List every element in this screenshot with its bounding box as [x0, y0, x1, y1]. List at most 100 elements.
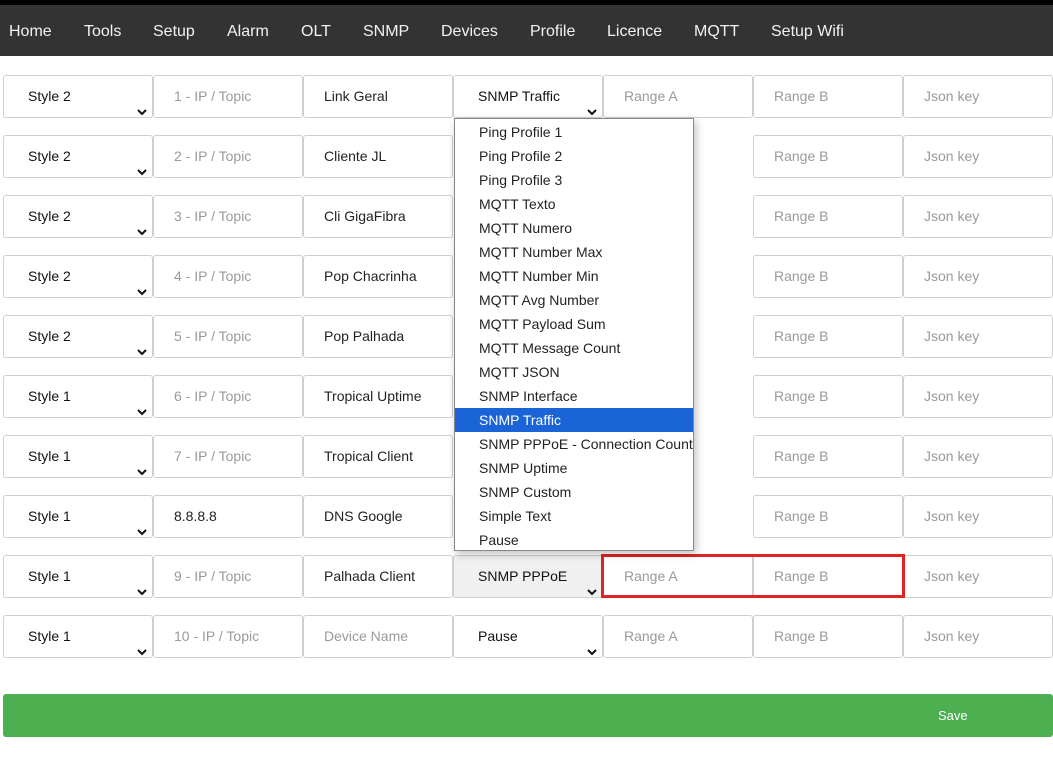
style-select[interactable]: Style 2: [3, 195, 153, 238]
style-select[interactable]: Style 1: [3, 555, 153, 598]
dropdown-option[interactable]: Ping Profile 3: [455, 168, 693, 192]
ip-topic-input[interactable]: 8.8.8.8: [153, 495, 303, 538]
ip-topic-input[interactable]: 7 - IP / Topic: [153, 435, 303, 478]
nav-item-snmp[interactable]: SNMP: [363, 22, 409, 42]
style-select[interactable]: Style 1: [3, 435, 153, 478]
nav-item-home[interactable]: Home: [9, 22, 52, 42]
type-select[interactable]: SNMP Traffic: [453, 75, 603, 118]
ip-topic-input-text: 2 - IP / Topic: [174, 148, 252, 164]
dropdown-option[interactable]: Ping Profile 2: [455, 144, 693, 168]
range-b-input[interactable]: Range B: [753, 195, 903, 238]
style-select[interactable]: Style 1: [3, 375, 153, 418]
dropdown-option[interactable]: MQTT Payload Sum: [455, 312, 693, 336]
json-key-input[interactable]: Json key: [903, 435, 1053, 478]
ip-topic-input[interactable]: 5 - IP / Topic: [153, 315, 303, 358]
json-key-input[interactable]: Json key: [903, 195, 1053, 238]
ip-topic-input[interactable]: 6 - IP / Topic: [153, 375, 303, 418]
ip-topic-input-text: 5 - IP / Topic: [174, 328, 252, 344]
dropdown-option[interactable]: MQTT Number Max: [455, 240, 693, 264]
dropdown-option[interactable]: MQTT Number Min: [455, 264, 693, 288]
style-select-text: Style 2: [28, 148, 71, 164]
range-b-input[interactable]: Range B: [753, 315, 903, 358]
device-name-input[interactable]: Pop Palhada: [303, 315, 453, 358]
json-key-input[interactable]: Json key: [903, 615, 1053, 658]
nav-item-olt[interactable]: OLT: [301, 22, 331, 42]
json-key-input[interactable]: Json key: [903, 75, 1053, 118]
range-b-input-text: Range B: [774, 568, 829, 584]
device-name-input[interactable]: Pop Chacrinha: [303, 255, 453, 298]
range-a-input[interactable]: Range A: [603, 555, 753, 598]
dropdown-option[interactable]: MQTT Texto: [455, 192, 693, 216]
dropdown-option[interactable]: SNMP PPPoE - Connection Count: [455, 432, 693, 456]
type-dropdown-list[interactable]: Ping Profile 1 Ping Profile 2 Ping Profile…: [454, 118, 694, 551]
json-key-input-text: Json key: [924, 628, 980, 644]
save-button[interactable]: Save: [3, 694, 1053, 737]
dropdown-option[interactable]: SNMP Interface: [455, 384, 693, 408]
range-a-input[interactable]: Range A: [603, 615, 753, 658]
chevron-down-icon: [136, 392, 148, 416]
dropdown-option[interactable]: MQTT Numero: [455, 216, 693, 240]
device-name-input[interactable]: Tropical Uptime: [303, 375, 453, 418]
nav-item-setup[interactable]: Setup: [153, 22, 195, 42]
range-b-input[interactable]: Range B: [753, 435, 903, 478]
nav-item-setup-wifi[interactable]: Setup Wifi: [771, 22, 844, 42]
range-b-input[interactable]: Range B: [753, 255, 903, 298]
dropdown-option[interactable]: MQTT JSON: [455, 360, 693, 384]
ip-topic-input-text: 1 - IP / Topic: [174, 88, 252, 104]
nav-item-devices[interactable]: Devices: [441, 22, 498, 42]
json-key-input[interactable]: Json key: [903, 555, 1053, 598]
top-navbar: Home Tools Setup Alarm OLT SNMP Devices Profile…: [0, 0, 1053, 56]
chevron-down-icon: [136, 332, 148, 356]
json-key-input[interactable]: Json key: [903, 255, 1053, 298]
style-select[interactable]: Style 2: [3, 135, 153, 178]
ip-topic-input[interactable]: 2 - IP / Topic: [153, 135, 303, 178]
type-select[interactable]: SNMP PPPoE: [453, 555, 603, 598]
ip-topic-input[interactable]: 9 - IP / Topic: [153, 555, 303, 598]
dropdown-option[interactable]: MQTT Avg Number: [455, 288, 693, 312]
type-select[interactable]: Pause: [453, 615, 603, 658]
json-key-input[interactable]: Json key: [903, 375, 1053, 418]
range-a-input[interactable]: Range A: [603, 75, 753, 118]
range-b-input[interactable]: Range B: [753, 375, 903, 418]
range-b-input[interactable]: Range B: [753, 555, 903, 598]
style-select[interactable]: Style 2: [3, 315, 153, 358]
dropdown-option[interactable]: SNMP Traffic: [455, 408, 693, 432]
nav-item-tools[interactable]: Tools: [84, 22, 121, 42]
ip-topic-input[interactable]: 1 - IP / Topic: [153, 75, 303, 118]
dropdown-option[interactable]: MQTT Message Count: [455, 336, 693, 360]
range-b-input-text: Range B: [774, 628, 829, 644]
device-name-input[interactable]: Tropical Client: [303, 435, 453, 478]
ip-topic-input[interactable]: 4 - IP / Topic: [153, 255, 303, 298]
range-b-input[interactable]: Range B: [753, 495, 903, 538]
device-name-input[interactable]: DNS Google: [303, 495, 453, 538]
json-key-input[interactable]: Json key: [903, 315, 1053, 358]
device-name-input[interactable]: Device Name: [303, 615, 453, 658]
style-select[interactable]: Style 2: [3, 75, 153, 118]
style-select[interactable]: Style 2: [3, 255, 153, 298]
style-select[interactable]: Style 1: [3, 495, 153, 538]
json-key-input[interactable]: Json key: [903, 135, 1053, 178]
nav-item-mqtt[interactable]: MQTT: [694, 22, 739, 42]
range-b-input[interactable]: Range B: [753, 615, 903, 658]
json-key-input-text: Json key: [924, 88, 980, 104]
ip-topic-input[interactable]: 10 - IP / Topic: [153, 615, 303, 658]
nav-item-profile[interactable]: Profile: [530, 22, 575, 42]
device-name-input[interactable]: Palhada Client: [303, 555, 453, 598]
device-name-input[interactable]: Link Geral: [303, 75, 453, 118]
range-b-input[interactable]: Range B: [753, 135, 903, 178]
nav-item-alarm[interactable]: Alarm: [227, 22, 269, 42]
nav-item-licence[interactable]: Licence: [607, 22, 662, 42]
json-key-input[interactable]: Json key: [903, 495, 1053, 538]
ip-topic-input[interactable]: 3 - IP / Topic: [153, 195, 303, 238]
dropdown-option[interactable]: Pause: [455, 528, 693, 550]
style-select-text: Style 2: [28, 328, 71, 344]
device-name-input[interactable]: Cliente JL: [303, 135, 453, 178]
device-name-input[interactable]: Cli GigaFibra: [303, 195, 453, 238]
range-b-input[interactable]: Range B: [753, 75, 903, 118]
dropdown-option[interactable]: SNMP Uptime: [455, 456, 693, 480]
style-select[interactable]: Style 1: [3, 615, 153, 658]
dropdown-option[interactable]: Ping Profile 1: [455, 120, 693, 144]
dropdown-option[interactable]: Simple Text: [455, 504, 693, 528]
style-select-text: Style 1: [28, 568, 71, 584]
dropdown-option[interactable]: SNMP Custom: [455, 480, 693, 504]
